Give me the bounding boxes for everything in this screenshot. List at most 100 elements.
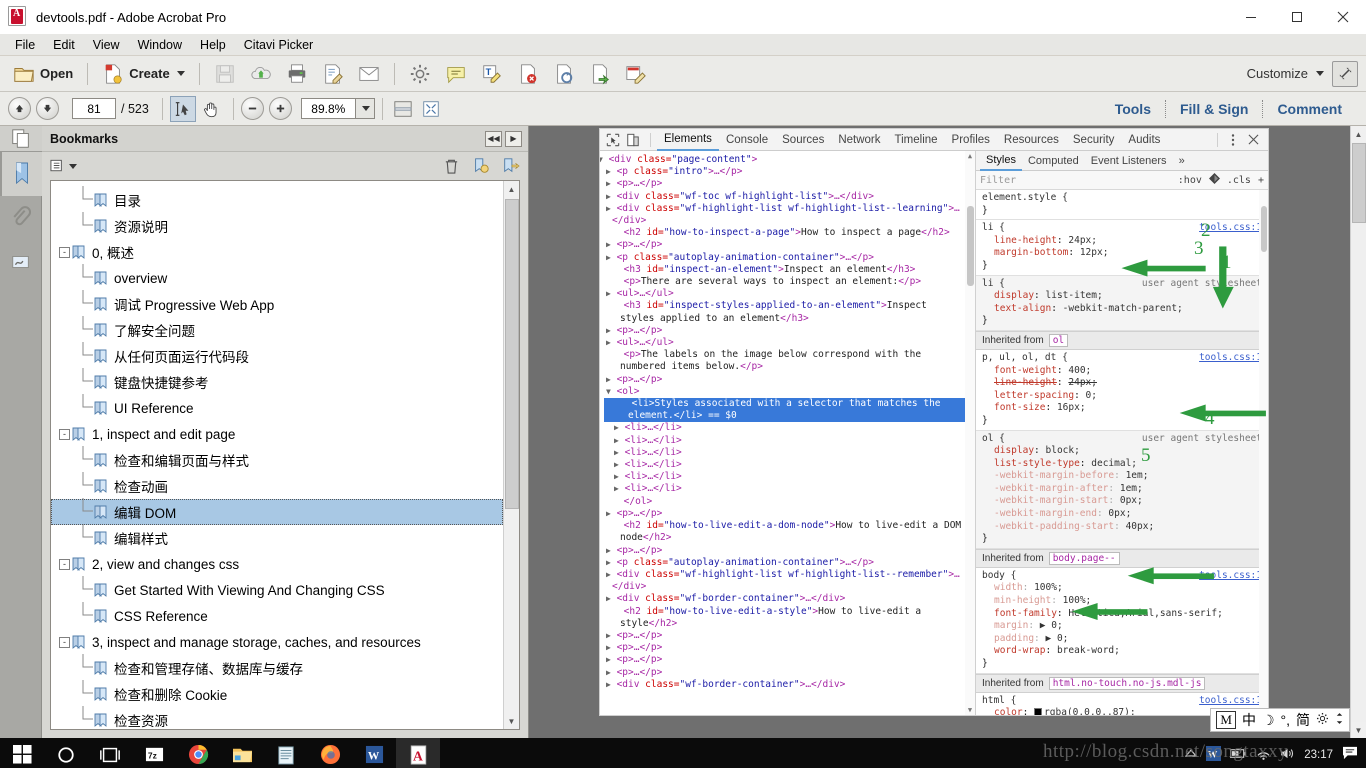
bookmark-item[interactable]: - 3, inspect and manage storage, caches, … (51, 629, 503, 655)
css-declaration[interactable]: text-align: -webkit-match-parent; (982, 303, 1262, 316)
ime-moon-icon[interactable]: ☽ (1262, 712, 1275, 729)
maximize-icon[interactable] (1274, 0, 1320, 34)
sidebar-item-bookmarks[interactable] (0, 152, 42, 196)
css-selector[interactable]: li { (982, 222, 1005, 233)
bookmark-item[interactable]: 键盘快捷键参考 (51, 367, 503, 395)
ime-mode-indicator[interactable]: M (1216, 711, 1236, 729)
expand-toggle-icon[interactable]: ▶ (606, 509, 611, 518)
fill-and-sign-link[interactable]: Fill & Sign (1166, 101, 1262, 117)
dom-node[interactable]: ▼ <ol> (604, 386, 965, 398)
css-declaration[interactable]: letter-spacing: 0; (982, 390, 1262, 403)
expand-toggle-icon[interactable]: ▶ (606, 289, 611, 298)
close-devtools-icon[interactable] (1244, 131, 1262, 149)
css-declaration[interactable]: padding: ▶ 0; (982, 633, 1262, 646)
css-declaration[interactable]: min-height: 100%; (982, 595, 1262, 608)
css-declaration[interactable]: font-size: 16px; (982, 402, 1262, 415)
css-property[interactable]: word-wrap (994, 645, 1045, 656)
css-selector[interactable]: element.style { (982, 192, 1068, 203)
bookmark-item[interactable]: 调试 Progressive Web App (51, 289, 503, 317)
expand-toggle-icon[interactable]: ▼ (606, 387, 611, 396)
bookmark-item[interactable]: 检查动画 (51, 471, 503, 499)
expand-toggle-icon[interactable]: ▶ (606, 570, 611, 579)
chrome-icon[interactable] (176, 738, 220, 768)
dom-node[interactable]: ▶ <div class="wf-border-container">…</di… (604, 593, 965, 605)
collapse-panel-icon[interactable]: ◀◀ (485, 130, 502, 147)
bookmark-item[interactable]: 检查和管理存储、数据库与缓存 (51, 653, 503, 681)
pdf-vertical-scrollbar[interactable]: ▲ ▼ (1350, 126, 1366, 738)
css-value[interactable]: 0px; (1120, 495, 1143, 506)
css-property[interactable]: -webkit-margin-end (994, 508, 1097, 519)
expand-bookmark-icon[interactable] (502, 157, 520, 175)
expand-panel-icon[interactable]: ▶ (505, 130, 522, 147)
css-property[interactable]: -webkit-margin-start (994, 495, 1108, 506)
css-declaration[interactable]: -webkit-margin-after: 1em; (982, 483, 1262, 496)
expand-toggle-icon[interactable]: ▶ (606, 643, 611, 652)
css-property[interactable]: display (994, 290, 1034, 301)
menu-help[interactable]: Help (191, 36, 235, 54)
dom-node-selected[interactable]: <li>Styles associated with a selector th… (604, 398, 965, 423)
css-selector[interactable]: body { (982, 570, 1016, 581)
expand-toggle-icon[interactable]: ▶ (614, 448, 619, 457)
fit-page-button[interactable] (418, 96, 444, 122)
css-property[interactable]: -webkit-margin-before (994, 470, 1114, 481)
css-value[interactable]: 1em; (1126, 470, 1149, 481)
delete-bookmark-icon[interactable] (443, 158, 460, 175)
cortana-icon[interactable] (44, 738, 88, 768)
css-declaration[interactable]: font-family: Helvetica,Arial,sans-serif; (982, 608, 1262, 621)
next-page-button[interactable] (36, 97, 59, 120)
zoom-out-button[interactable] (240, 97, 264, 120)
bookmark-item[interactable]: 目录 (51, 185, 503, 213)
bookmarks-scrollbar[interactable]: ▲ ▼ (503, 181, 519, 729)
css-property[interactable]: width (994, 582, 1023, 593)
dom-node[interactable]: ▶ <p>…</p> (604, 178, 965, 190)
css-property[interactable]: line-height (994, 235, 1057, 246)
bookmark-expand-toggle[interactable]: - (59, 636, 70, 648)
scroll-down-arrow[interactable]: ▼ (1350, 722, 1366, 738)
css-source-link[interactable]: tools.css:1 (1199, 352, 1262, 365)
bookmark-expand-toggle[interactable]: - (59, 428, 70, 440)
expand-toggle-icon[interactable]: ▶ (606, 253, 611, 262)
scroll-up-arrow[interactable]: ▲ (1350, 126, 1366, 142)
css-selector[interactable]: html { (982, 695, 1016, 706)
css-rule-block[interactable]: p, ul, ol, dt {tools.css:1 font-weight: 4… (976, 350, 1268, 431)
dom-node[interactable]: ▶ <p>…</p> (604, 239, 965, 251)
scroll-up-arrow[interactable]: ▲ (503, 181, 519, 197)
file-explorer-icon[interactable] (220, 738, 264, 768)
expand-toggle-icon[interactable]: ▶ (606, 631, 611, 640)
gear-icon[interactable] (1316, 712, 1329, 728)
taskbar-clock[interactable]: 23:17 (1304, 749, 1333, 761)
css-value[interactable]: 0; (1086, 390, 1097, 401)
css-property[interactable]: line-height (994, 377, 1057, 388)
devtools-tab-sources[interactable]: Sources (775, 129, 831, 151)
tools-link[interactable]: Tools (1101, 101, 1165, 117)
devtools-tab-resources[interactable]: Resources (997, 129, 1066, 151)
notifications-icon[interactable] (1342, 746, 1358, 763)
css-property[interactable]: color (994, 707, 1023, 715)
dom-node[interactable]: ▶ <p>…</p> (604, 654, 965, 666)
firefox-icon[interactable] (308, 738, 352, 768)
dom-node[interactable]: ▶ <ul>…</ul> (604, 288, 965, 300)
dom-node[interactable]: <p>There are several ways to inspect an … (604, 276, 965, 288)
scrollbar-thumb[interactable] (967, 206, 974, 286)
inherited-from-selector[interactable]: body.page-- (1048, 551, 1120, 565)
css-value[interactable]: 100%; (1034, 582, 1063, 593)
css-value[interactable]: 24px; (1068, 377, 1097, 388)
css-source-link[interactable]: tools.css:1 (1199, 570, 1262, 583)
bookmark-item[interactable]: 检查资源 (51, 705, 503, 729)
dom-node[interactable]: ▶ <p>…</p> (604, 642, 965, 654)
bookmark-options-menu-button[interactable] (50, 159, 77, 173)
acrobat-icon[interactable]: A (396, 738, 440, 768)
inspect-element-icon[interactable] (604, 131, 622, 149)
expand-toggle-icon[interactable]: ▶ (606, 375, 611, 384)
menu-view[interactable]: View (84, 36, 129, 54)
more-options-icon[interactable] (1224, 131, 1242, 149)
fit-width-button[interactable] (390, 96, 416, 122)
scrollbar-thumb[interactable] (1261, 206, 1267, 252)
expand-toggle-icon[interactable]: ▼ (600, 155, 603, 164)
hand-tool-button[interactable] (198, 96, 224, 122)
expand-toggle-icon[interactable]: ▶ (606, 546, 611, 555)
previous-page-button[interactable] (8, 97, 31, 120)
css-declaration[interactable]: -webkit-margin-end: 0px; (982, 508, 1262, 521)
close-icon[interactable] (1320, 0, 1366, 34)
sidebar-item-signatures[interactable] (0, 240, 42, 284)
